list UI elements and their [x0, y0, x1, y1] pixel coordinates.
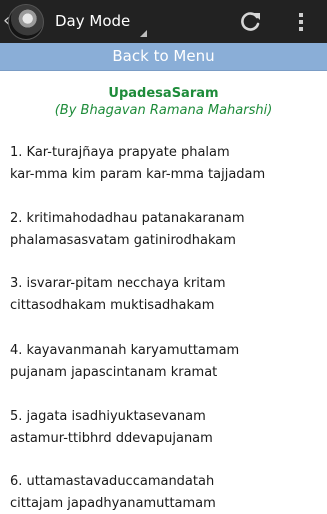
- action-bar: ‹ Day Mode: [0, 0, 327, 43]
- verse-line: kar-mma kim param kar-mma tajjadam: [10, 164, 320, 186]
- verse-2: 2. kritimahodadhau patanakaranam phalama…: [10, 208, 320, 251]
- verse-line: phalamasasvatam gatinirodhakam: [10, 230, 320, 252]
- verse-line: astamur-ttibhrd ddevapujanam: [10, 428, 320, 450]
- verse-line: 4. kayavanmanah karyamuttamam: [10, 340, 320, 362]
- verse-6: 6. uttamastavaduccamandatah cittajam jap…: [10, 471, 320, 514]
- verse-1: 1. Kar-turajñaya prapyate phalam kar-mma…: [10, 142, 320, 185]
- app-logo-avatar[interactable]: [8, 4, 44, 40]
- verse-4: 4. kayavanmanah karyamuttamam pujanam ja…: [10, 340, 320, 383]
- verse-line: 5. jagata isadhiyuktasevanam: [10, 406, 320, 428]
- verse-line: 3. isvarar-pitam necchaya kritam: [10, 273, 320, 295]
- verses-content[interactable]: UpadesaSaram (By Bhagavan Ramana Maharsh…: [0, 70, 327, 512]
- verse-line: 1. Kar-turajñaya prapyate phalam: [10, 142, 320, 164]
- back-to-menu-button[interactable]: Back to Menu: [0, 43, 327, 71]
- verse-line: cittajam japadhyanamuttamam: [10, 493, 320, 514]
- page-title: UpadesaSaram: [0, 85, 327, 103]
- verse-line: 2. kritimahodadhau patanakaranam: [10, 208, 320, 230]
- refresh-icon[interactable]: [236, 8, 264, 36]
- verse-3: 3. isvarar-pitam necchaya kritam cittaso…: [10, 273, 320, 316]
- mode-spinner[interactable]: Day Mode: [55, 0, 150, 43]
- verse-5: 5. jagata isadhiyuktasevanam astamur-tti…: [10, 406, 320, 449]
- verse-line: cittasodhakam muktisadhakam: [10, 295, 320, 317]
- page-subtitle: (By Bhagavan Ramana Maharshi): [0, 102, 327, 120]
- verse-line: 6. uttamastavaduccamandatah: [10, 471, 320, 493]
- verse-line: pujanam japascintanam kramat: [10, 362, 320, 384]
- spinner-corner-icon: [140, 30, 147, 37]
- mode-spinner-label: Day Mode: [55, 11, 130, 31]
- overflow-menu-icon[interactable]: [293, 10, 309, 34]
